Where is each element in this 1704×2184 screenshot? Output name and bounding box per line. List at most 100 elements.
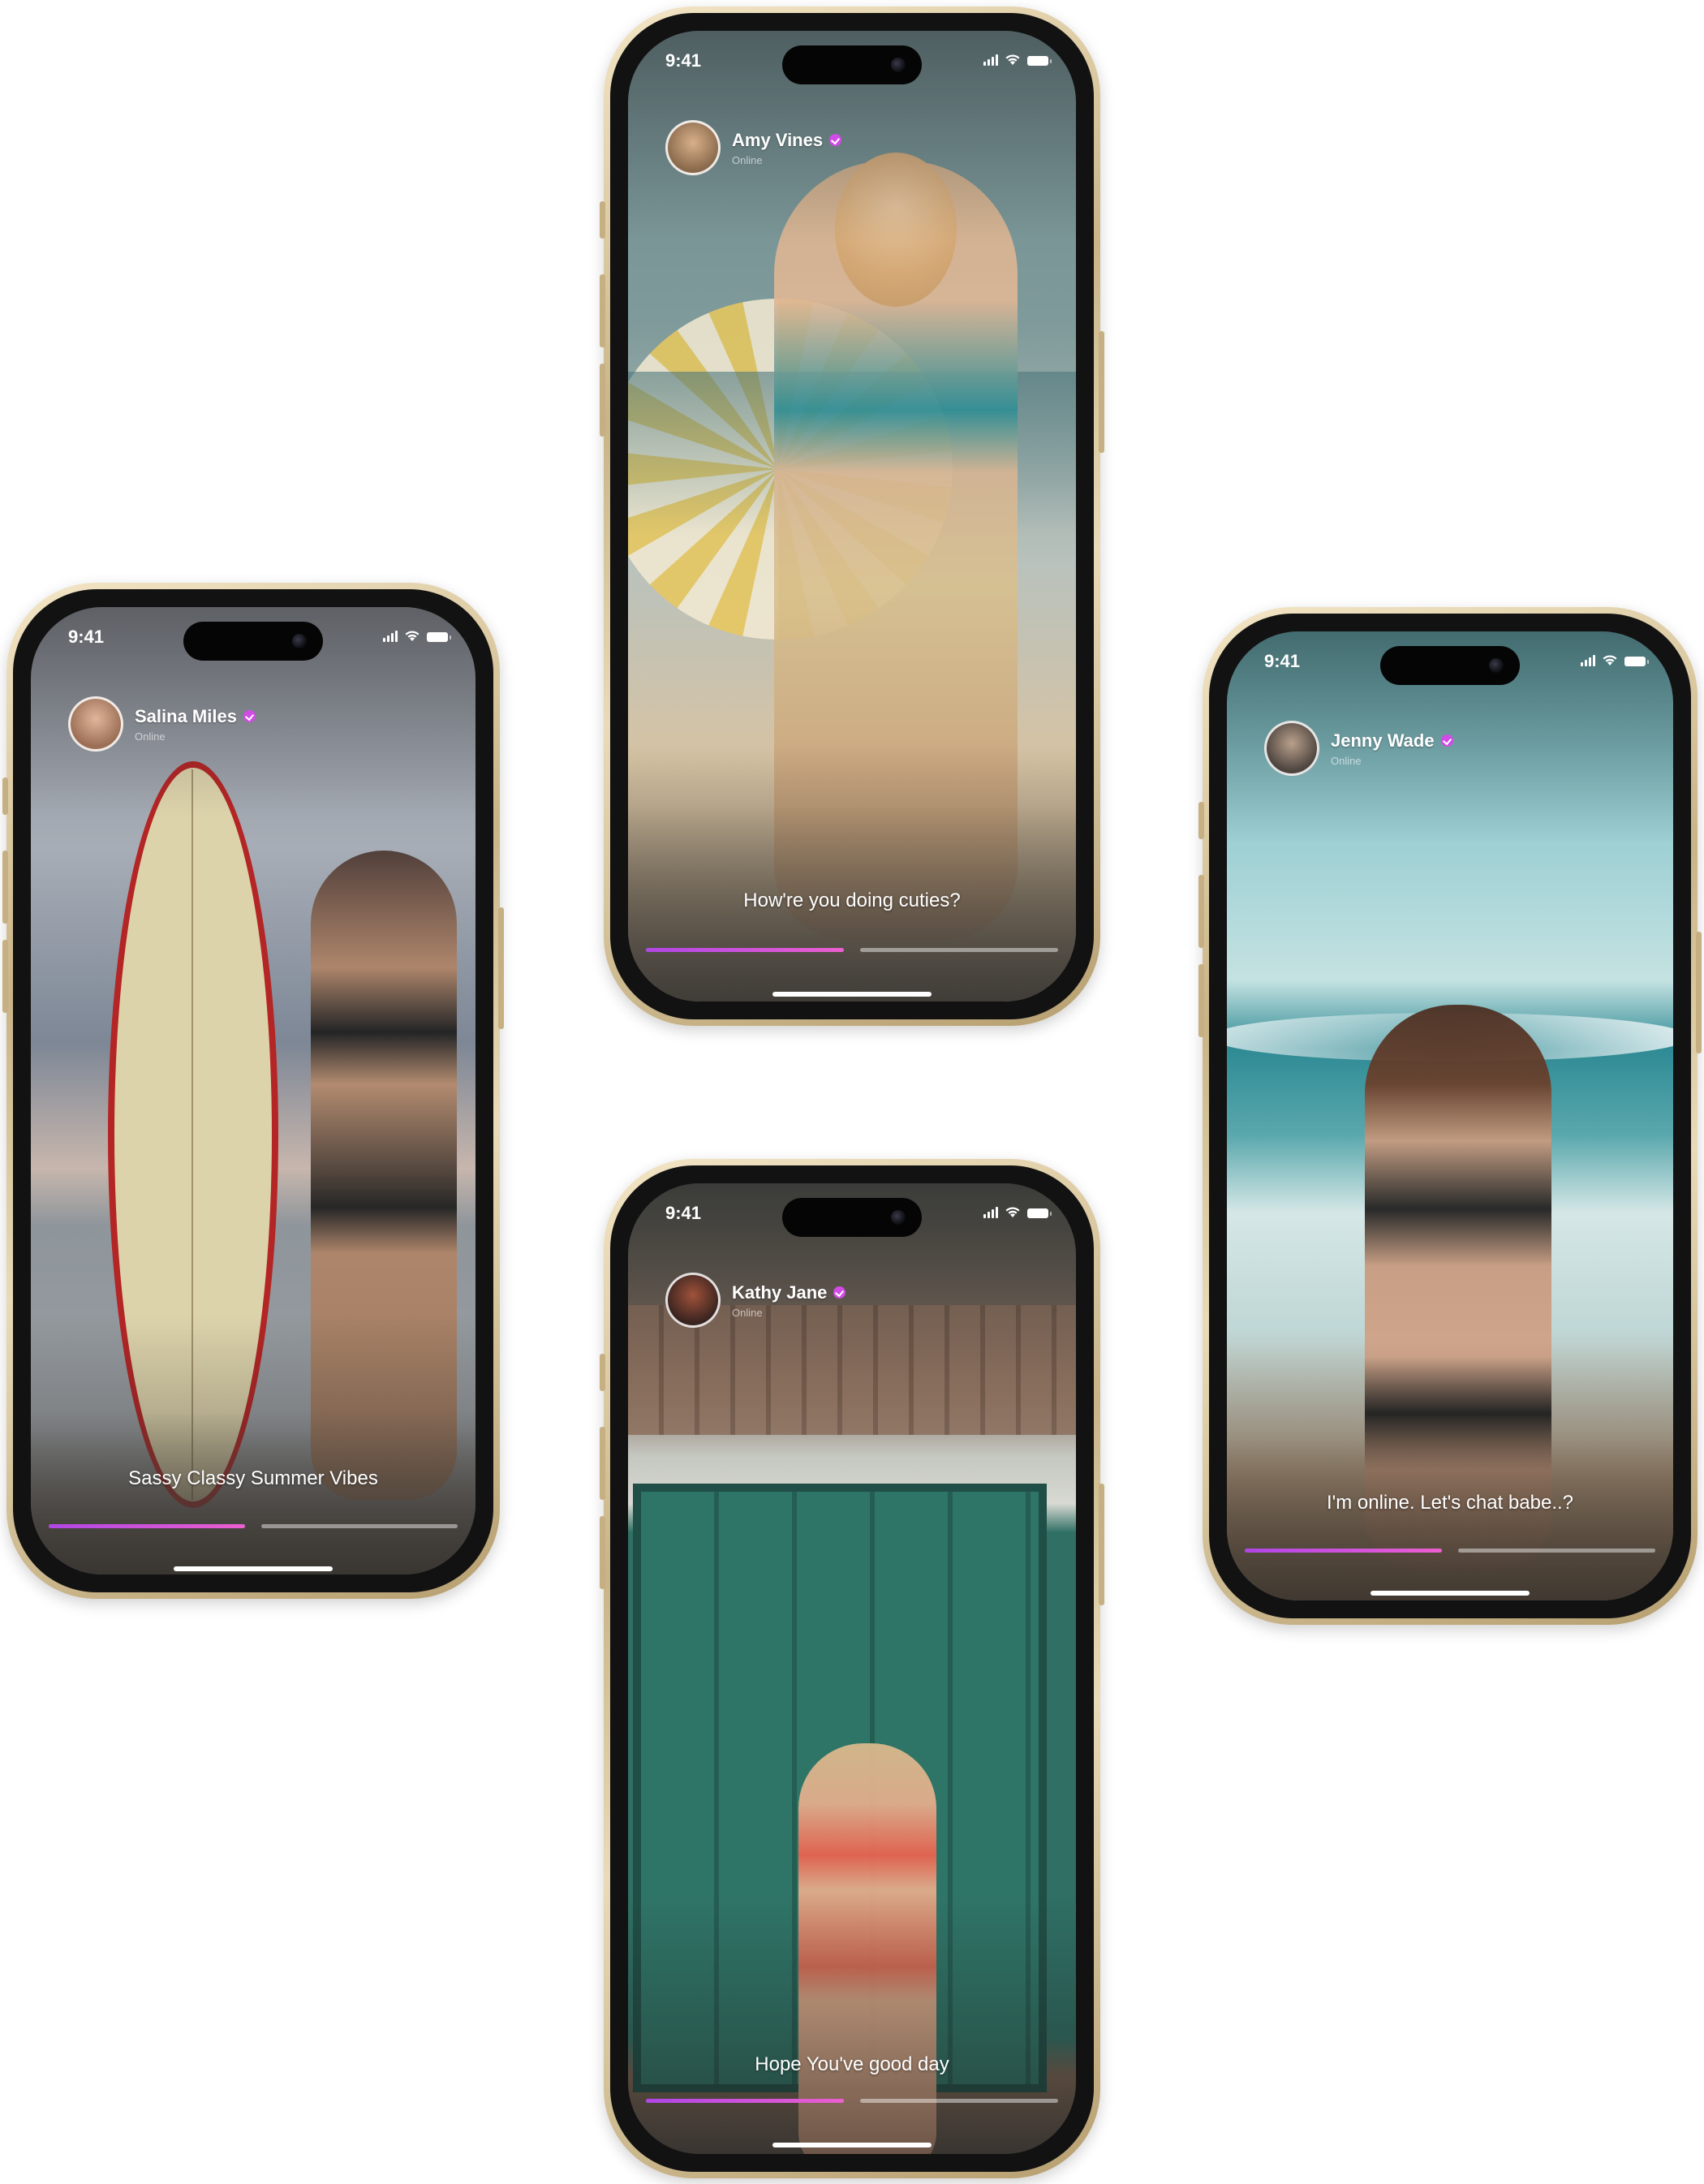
battery-icon: [427, 632, 451, 642]
story-screen[interactable]: 9:41 Jenny Wade Online I'm online. Let's…: [1227, 631, 1673, 1600]
progress-fill: [646, 948, 844, 952]
status-bar: 9:41: [628, 31, 1076, 88]
volume-down-button: [600, 1516, 605, 1589]
progress-segment: [646, 2099, 844, 2103]
profile-name: Jenny Wade: [1331, 730, 1435, 751]
progress-segment: [860, 948, 1058, 952]
bottom-gradient: [628, 1894, 1076, 2154]
status-icons: [383, 630, 451, 642]
story-screen[interactable]: 9:41 Amy Vines Online How're you doing c…: [628, 31, 1076, 1002]
battery-icon: [1027, 56, 1052, 66]
progress-segment: [1245, 1549, 1442, 1553]
dynamic-island: [782, 1198, 922, 1237]
profile-name: Amy Vines: [732, 129, 824, 150]
bezel: 9:41 Amy Vines Online How're you doing c…: [610, 13, 1094, 1019]
status-time: 9:41: [68, 627, 105, 647]
presence-status: Online: [732, 153, 763, 166]
story-screen[interactable]: 9:41 Kathy Jane Online Hope You've good …: [628, 1183, 1076, 2154]
progress-segment: [860, 2099, 1058, 2103]
wifi-icon: [1005, 1207, 1020, 1217]
progress-segment: [49, 1524, 245, 1528]
status-time: 9:41: [1264, 651, 1301, 671]
progress-segment: [646, 948, 844, 952]
volume-down-button: [600, 364, 605, 437]
bottom-gradient: [628, 742, 1076, 1002]
status-bar: 9:41: [31, 607, 475, 664]
power-button: [1099, 331, 1104, 453]
status-bar: 9:41: [1227, 631, 1673, 688]
volume-down-button: [2, 940, 8, 1013]
progress-segment: [261, 1524, 458, 1528]
bottom-gradient: [31, 1315, 475, 1574]
verified-icon: [1440, 734, 1453, 747]
home-indicator[interactable]: [1371, 1591, 1530, 1596]
signal-icon: [1581, 655, 1595, 666]
story-caption: Sassy Classy Summer Vibes: [128, 1467, 378, 1489]
camera-icon: [891, 58, 906, 72]
avatar[interactable]: [1264, 721, 1319, 776]
profile-header[interactable]: Kathy Jane Online: [665, 1273, 846, 1328]
progress-fill: [1245, 1549, 1442, 1553]
bezel: 9:41 Jenny Wade Online I'm online. Let's…: [1209, 614, 1691, 1618]
profile-name: Salina Miles: [135, 705, 237, 726]
story-screen[interactable]: 9:41 Salina Miles Online Sassy Classy Su…: [31, 607, 475, 1574]
dynamic-island: [782, 45, 922, 84]
bottom-gradient: [1227, 1341, 1673, 1600]
story-caption: I'm online. Let's chat babe..?: [1326, 1492, 1574, 1514]
status-time: 9:41: [665, 50, 702, 71]
avatar[interactable]: [665, 120, 721, 175]
profile-text: Amy Vines Online: [732, 129, 842, 166]
name-row: Salina Miles: [135, 706, 256, 727]
profile-header[interactable]: Jenny Wade Online: [1264, 721, 1453, 776]
presence-status: Online: [1331, 754, 1362, 767]
profile-text: Kathy Jane Online: [732, 1282, 846, 1319]
wifi-icon: [1005, 54, 1020, 65]
bezel: 9:41 Salina Miles Online Sassy Classy Su…: [13, 589, 493, 1592]
avatar[interactable]: [68, 696, 123, 752]
verified-icon: [829, 134, 842, 146]
profile-header[interactable]: Amy Vines Online: [665, 120, 842, 175]
status-time: 9:41: [665, 1203, 702, 1223]
battery-icon: [1027, 1208, 1052, 1218]
volume-down-button: [1198, 964, 1204, 1037]
home-indicator[interactable]: [772, 992, 932, 997]
home-indicator[interactable]: [174, 1566, 333, 1571]
volume-up-button: [600, 274, 605, 347]
verified-icon: [833, 1286, 846, 1299]
phone-kathy: 9:41 Kathy Jane Online Hope You've good …: [600, 1159, 1104, 2178]
side-button: [600, 201, 605, 239]
profile-header[interactable]: Salina Miles Online: [68, 696, 256, 752]
side-button: [2, 778, 8, 815]
progress-fill: [49, 1524, 245, 1528]
volume-up-button: [1198, 875, 1204, 948]
power-button: [1099, 1484, 1104, 1605]
profile-text: Jenny Wade Online: [1331, 730, 1453, 767]
progress-fill: [646, 2099, 844, 2103]
volume-up-button: [600, 1427, 605, 1500]
camera-icon: [1489, 658, 1504, 673]
signal-icon: [983, 1207, 998, 1218]
presence-status: Online: [135, 730, 166, 743]
side-button: [1198, 802, 1204, 839]
story-caption: How're you doing cuties?: [743, 890, 961, 911]
avatar[interactable]: [665, 1273, 721, 1328]
status-icons: [1581, 654, 1649, 666]
status-icons: [983, 1206, 1052, 1218]
story-progress: [646, 948, 1058, 952]
name-row: Kathy Jane: [732, 1282, 846, 1303]
dynamic-island: [1380, 646, 1520, 685]
profile-text: Salina Miles Online: [135, 706, 256, 743]
home-indicator[interactable]: [772, 2143, 932, 2147]
side-button: [600, 1354, 605, 1391]
dynamic-island: [183, 622, 323, 661]
status-icons: [983, 54, 1052, 66]
power-button: [1696, 932, 1702, 1053]
story-progress: [49, 1524, 458, 1528]
phone-jenny: 9:41 Jenny Wade Online I'm online. Let's…: [1198, 607, 1702, 1625]
progress-segment: [1458, 1549, 1655, 1553]
battery-icon: [1624, 657, 1649, 666]
presence-status: Online: [732, 1306, 763, 1319]
verified-icon: [243, 710, 256, 722]
bezel: 9:41 Kathy Jane Online Hope You've good …: [610, 1165, 1094, 2172]
volume-up-button: [2, 851, 8, 924]
